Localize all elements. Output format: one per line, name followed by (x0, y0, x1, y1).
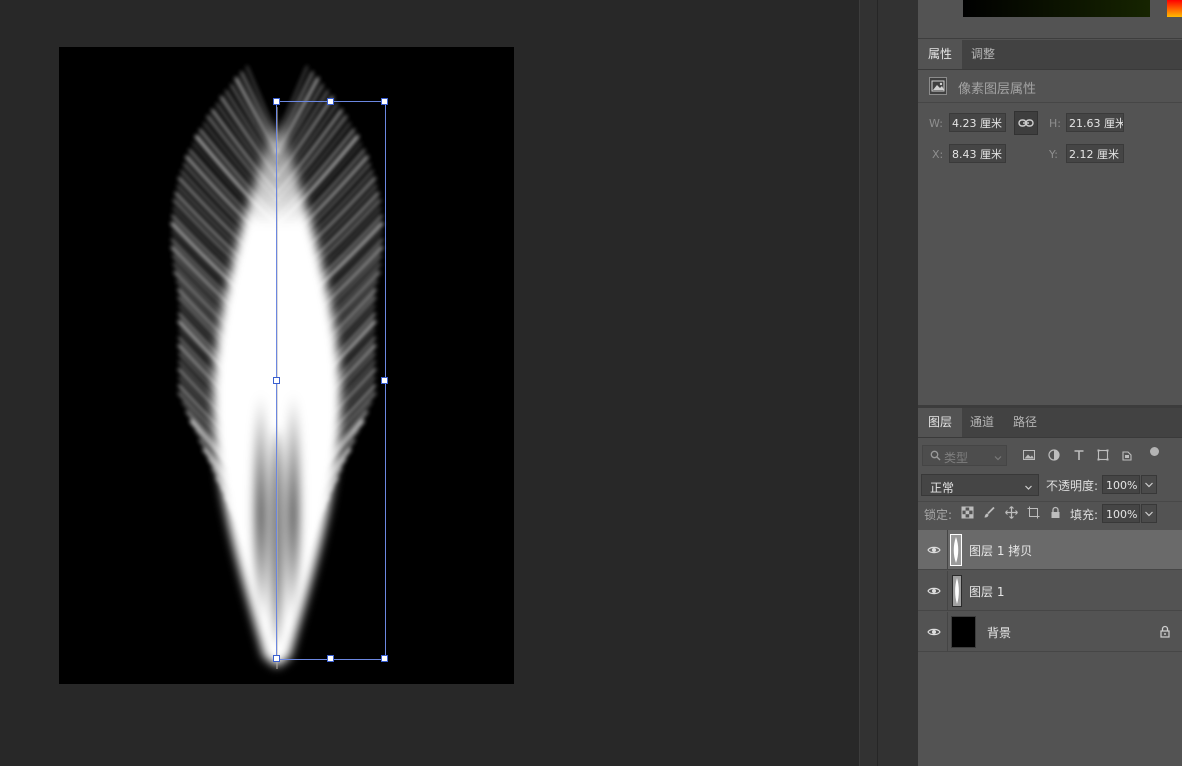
fill-field[interactable]: 100% (1102, 504, 1140, 523)
properties-tabbar: 属性 调整 (918, 40, 1182, 70)
chevron-down-icon (1024, 481, 1033, 495)
adjustment-filter-icon[interactable] (1047, 448, 1061, 462)
transform-handle-bottom-right[interactable] (381, 655, 388, 662)
layer-name[interactable]: 图层 1 拷贝 (969, 542, 1032, 559)
properties-header: 像素图层属性 (918, 69, 1182, 103)
fill-dropdown[interactable] (1141, 504, 1157, 523)
y-field[interactable]: 2.12 厘米 (1066, 144, 1124, 163)
layer-row-background[interactable]: 背景 (918, 612, 1182, 652)
tab-adjustments[interactable]: 调整 (961, 40, 1005, 69)
document-canvas[interactable] (59, 47, 514, 684)
tab-layers[interactable]: 图层 (918, 408, 963, 437)
image-icon (929, 77, 947, 95)
layer-thumbnail[interactable] (951, 616, 976, 648)
transform-bounding-box[interactable] (273, 98, 388, 662)
shape-filter-icon[interactable] (1096, 448, 1110, 462)
x-field[interactable]: 8.43 厘米 (949, 144, 1006, 163)
width-field[interactable]: 4.23 厘米 (949, 113, 1006, 132)
layer-filter-label: 类型 (944, 451, 969, 465)
lock-transparent-icon[interactable] (961, 506, 974, 519)
opacity-field[interactable]: 100% (1102, 475, 1140, 494)
transform-handle-bottom-left[interactable] (273, 655, 280, 662)
layer-row-layer-1-copy[interactable]: 图层 1 拷贝 (918, 530, 1182, 570)
lock-artboard-icon[interactable] (1027, 506, 1040, 519)
layer-name[interactable]: 背景 (987, 624, 1011, 641)
lock-all-icon[interactable] (1049, 506, 1062, 519)
collapsed-panel-dock (877, 0, 919, 766)
tab-paths[interactable]: 路径 (1003, 408, 1047, 437)
filter-toggle-icon[interactable] (1150, 447, 1159, 456)
lock-icon[interactable] (1159, 625, 1171, 638)
layer-thumbnail[interactable] (950, 534, 962, 566)
transform-handle-bottom[interactable] (327, 655, 334, 662)
lock-label: 锁定: (924, 508, 953, 522)
hue-strip[interactable] (1167, 0, 1182, 17)
canvas-workspace (0, 0, 859, 766)
transform-handle-right[interactable] (381, 377, 388, 384)
visibility-separator (947, 530, 948, 570)
chevron-down-icon (994, 451, 1002, 465)
blend-mode-select[interactable]: 正常 (921, 474, 1039, 496)
transform-handle-left[interactable] (273, 377, 280, 384)
color-ramp[interactable] (963, 0, 1150, 17)
properties-title: 像素图层属性 (958, 82, 1037, 97)
eye-icon[interactable] (927, 543, 941, 557)
y-label: Y: (1049, 148, 1058, 161)
height-field[interactable]: 21.63 厘米 (1066, 113, 1124, 132)
width-label: W: (929, 117, 943, 130)
eye-icon[interactable] (927, 584, 941, 598)
canvas-vertical-scrollbar[interactable] (859, 0, 878, 766)
opacity-dropdown[interactable] (1141, 475, 1157, 494)
layer-filter-select[interactable]: 类型 (922, 445, 1007, 466)
transform-handle-top-right[interactable] (381, 98, 388, 105)
transform-handle-top-left[interactable] (273, 98, 280, 105)
search-icon (930, 450, 941, 464)
layer-name[interactable]: 图层 1 (969, 583, 1004, 600)
blend-mode-value: 正常 (930, 481, 955, 495)
lock-image-icon[interactable] (983, 506, 996, 519)
height-label: H: (1049, 117, 1061, 130)
right-panels: 属性 调整 像素图层属性 W: 4.23 厘米 H: 21.63 厘米 X: 8… (918, 0, 1182, 766)
type-filter-icon[interactable] (1072, 448, 1086, 462)
fill-label: 填充: (1070, 508, 1099, 522)
visibility-separator (947, 571, 948, 611)
layer-row-layer-1[interactable]: 图层 1 (918, 571, 1182, 611)
transform-handle-top[interactable] (327, 98, 334, 105)
eye-icon[interactable] (927, 625, 941, 639)
x-label: X: (932, 148, 944, 161)
image-filter-icon[interactable] (1022, 448, 1036, 462)
smart-object-filter-icon[interactable] (1120, 448, 1134, 462)
visibility-separator (947, 612, 948, 652)
color-panel (918, 0, 1182, 39)
tab-channels[interactable]: 通道 (960, 408, 1004, 437)
layers-tabbar: 图层 通道 路径 (918, 408, 1182, 438)
opacity-label: 不透明度: (1046, 479, 1099, 493)
lock-position-icon[interactable] (1005, 506, 1018, 519)
link-icon[interactable] (1014, 111, 1038, 135)
tab-properties[interactable]: 属性 (918, 40, 963, 69)
layer-thumbnail[interactable] (952, 575, 962, 607)
